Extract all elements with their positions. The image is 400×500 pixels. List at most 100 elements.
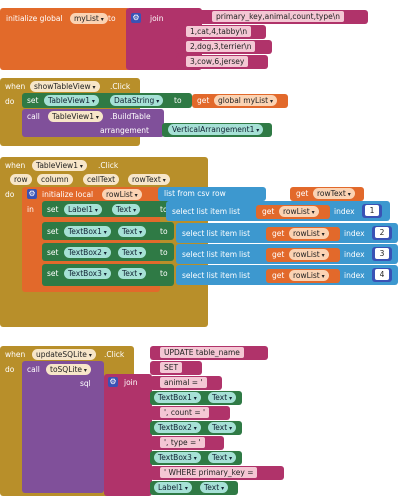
- list-label-4: list: [239, 271, 251, 280]
- sql-join-label: join: [124, 378, 138, 387]
- set-textbox1-to: to: [160, 227, 168, 236]
- initialize-global-label: initialize global: [6, 14, 63, 23]
- sql-join-block[interactable]: [104, 374, 152, 496]
- index-value-2[interactable]: 2: [375, 227, 389, 238]
- set-textbox3-prop[interactable]: Text: [118, 268, 147, 279]
- event-name-label: .Click: [110, 82, 131, 91]
- string-value-1[interactable]: primary_key,animal,count,type\n: [212, 11, 344, 22]
- in-label: in: [27, 205, 34, 214]
- index-label-1: index: [334, 207, 355, 216]
- get-rowtext-label: get: [296, 189, 309, 198]
- update-event-component-dropdown[interactable]: updateSQLite: [32, 349, 96, 360]
- index-value-4[interactable]: 4: [375, 269, 389, 280]
- mutator-gear-icon[interactable]: ⚙: [131, 13, 141, 23]
- list-from-csv-label: list from csv row: [164, 189, 226, 198]
- get-rowlist-dropdown-2[interactable]: rowList: [289, 228, 329, 239]
- when-label-2: when: [5, 161, 26, 170]
- sql-string-value-2[interactable]: SET: [160, 362, 183, 373]
- sql-string-count-value[interactable]: ', count = ': [160, 407, 210, 418]
- arrangement-value-dropdown[interactable]: VerticalArrangement1: [168, 124, 264, 135]
- getter-label1-component[interactable]: Label1: [154, 482, 192, 493]
- getter-textbox1-component[interactable]: TextBox1: [154, 392, 201, 403]
- call-component-dropdown[interactable]: TableView1: [48, 111, 103, 122]
- param-celltext[interactable]: cellText: [83, 174, 120, 185]
- arrangement-label: arrangement: [100, 126, 149, 135]
- local-variable-name[interactable]: rowList: [102, 189, 142, 200]
- set-label: set: [27, 96, 39, 105]
- select-list-item-label-4: select list item: [182, 271, 238, 280]
- get-label: get: [197, 96, 210, 105]
- join-label: join: [150, 14, 164, 23]
- table-event-component-dropdown[interactable]: TableView1: [32, 160, 87, 171]
- getter-textbox3-component[interactable]: TextBox3: [154, 452, 201, 463]
- param-column[interactable]: column: [37, 174, 73, 185]
- call-tosqlite-block[interactable]: [22, 361, 104, 493]
- get-rowlist-label-1: get: [262, 207, 275, 216]
- get-rowlist-dropdown-1[interactable]: rowList: [279, 206, 319, 217]
- list-label-2: list: [239, 229, 251, 238]
- set-textbox2-prop[interactable]: Text: [118, 247, 147, 258]
- index-value-3[interactable]: 3: [375, 248, 389, 259]
- string-value-2[interactable]: 1,cat,4,tabby\n: [186, 26, 252, 37]
- sql-string-value-3[interactable]: animal = ': [160, 377, 207, 388]
- getter-textbox2-prop[interactable]: Text: [208, 422, 237, 433]
- when-label-3: when: [5, 350, 26, 359]
- sql-string-value-1[interactable]: UPDATE table_name: [160, 347, 244, 358]
- call-label-2: call: [27, 365, 40, 374]
- index-label-2: index: [344, 229, 365, 238]
- get-rowlist-label-2: get: [272, 229, 285, 238]
- set-label1-block[interactable]: [42, 201, 174, 217]
- method-label: .BuildTable: [110, 112, 151, 121]
- get-variable-dropdown[interactable]: global myList: [214, 95, 278, 106]
- set-textbox2-set: set: [47, 248, 59, 257]
- do-label: do: [5, 97, 15, 106]
- initialize-local-label: initialize local: [42, 190, 94, 199]
- get-rowlist-label-4: get: [272, 271, 285, 280]
- set-label1-prop[interactable]: Text: [112, 204, 141, 215]
- set-textbox2-component[interactable]: TextBox2: [64, 247, 111, 258]
- get-rowtext-dropdown[interactable]: rowText: [313, 188, 355, 199]
- select-list-item-label-3: select list item: [182, 250, 238, 259]
- set-textbox3-component[interactable]: TextBox3: [64, 268, 111, 279]
- string-value-4[interactable]: 3,cow,6,jersey: [186, 56, 249, 67]
- getter-textbox1-prop[interactable]: Text: [208, 392, 237, 403]
- get-rowlist-dropdown-3[interactable]: rowList: [289, 249, 329, 260]
- select-list-item-label-2: select list item: [182, 229, 238, 238]
- sql-string-type-value[interactable]: ', type = ': [160, 437, 205, 448]
- procedure-dropdown[interactable]: toSQLite: [46, 364, 91, 375]
- set-component-dropdown[interactable]: TableView1: [44, 95, 99, 106]
- event-component-dropdown[interactable]: showTableView: [30, 81, 100, 92]
- index-label-4: index: [344, 271, 365, 280]
- update-event-name-label: .Click: [104, 350, 125, 359]
- set-textbox1-prop[interactable]: Text: [118, 226, 147, 237]
- select-list-item-label-1: select list item: [172, 207, 228, 216]
- set-textbox2-to: to: [160, 248, 168, 257]
- index-label-3: index: [344, 250, 365, 259]
- set-property-dropdown[interactable]: DataString: [110, 95, 164, 106]
- list-label-1: list: [229, 207, 241, 216]
- call-label: call: [27, 112, 40, 121]
- getter-textbox2-component[interactable]: TextBox2: [154, 422, 201, 433]
- set-textbox3-set: set: [47, 269, 59, 278]
- string-value-3[interactable]: 2,dog,3,terrier\n: [186, 41, 256, 52]
- getter-textbox3-prop[interactable]: Text: [208, 452, 237, 463]
- sql-label: sql: [80, 379, 91, 388]
- to-label: to: [108, 14, 116, 23]
- global-variable-name[interactable]: myList: [70, 13, 108, 24]
- local-mutator-gear-icon[interactable]: ⚙: [27, 189, 37, 199]
- sql-join-gear-icon[interactable]: ⚙: [108, 377, 118, 387]
- get-rowlist-label-3: get: [272, 250, 285, 259]
- when-label: when: [5, 82, 26, 91]
- do-label-3: do: [5, 365, 15, 374]
- get-rowlist-dropdown-4[interactable]: rowList: [289, 270, 329, 281]
- param-row[interactable]: row: [10, 174, 32, 185]
- sql-string-where-value[interactable]: ' WHERE primary_key =: [160, 467, 258, 478]
- param-rowtext[interactable]: rowText: [128, 174, 170, 185]
- getter-label1-prop[interactable]: Text: [200, 482, 229, 493]
- index-value-1[interactable]: 1: [365, 205, 379, 216]
- text-label: text: [266, 189, 281, 198]
- list-label-3: list: [239, 250, 251, 259]
- set-label1-component[interactable]: Label1: [64, 204, 102, 215]
- do-label-2: do: [5, 190, 15, 199]
- set-textbox1-component[interactable]: TextBox1: [64, 226, 111, 237]
